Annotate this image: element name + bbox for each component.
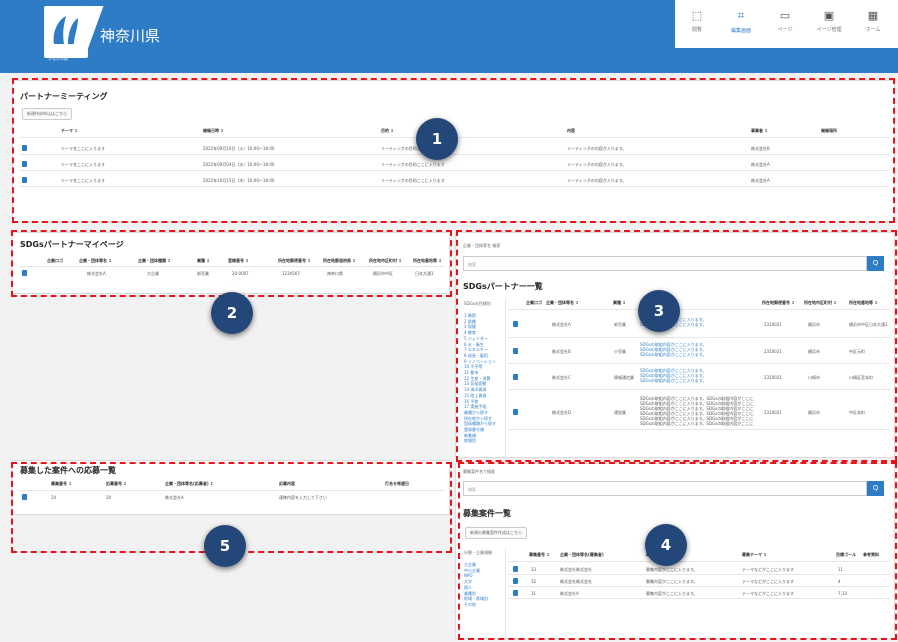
- annotation-frame-2: [11, 230, 452, 297]
- site-name[interactable]: 神奈川県: [100, 25, 160, 46]
- sub-logo-text: かながわ県: [48, 56, 68, 61]
- nav-view[interactable]: ⬚ 閲覧: [675, 0, 719, 48]
- nav-edit-label: 編集画面: [730, 28, 751, 34]
- annotation-badge-1: 1: [416, 118, 458, 160]
- site-header: 神奈川県 かながわ県 ⬚ 閲覧 ⌗ 編集画面 ▭ ページ ▣ ページ管理 ▦ ホーム: [0, 0, 898, 73]
- edit-icon: ⌗: [737, 9, 745, 22]
- annotation-badge-4: 4: [645, 524, 687, 566]
- annotation-badge-3: 3: [638, 290, 680, 332]
- nav-page-manage[interactable]: ▣ ページ管理: [807, 0, 851, 48]
- page-manage-icon: ▣: [823, 9, 835, 22]
- nav-home-label: ホーム: [865, 27, 881, 33]
- nav-page[interactable]: ▭ ページ: [763, 0, 807, 48]
- page-icon: ▭: [779, 9, 791, 22]
- nav-home[interactable]: ▦ ホーム: [851, 0, 895, 48]
- top-nav: ⬚ 閲覧 ⌗ 編集画面 ▭ ページ ▣ ページ管理 ▦ ホーム: [675, 0, 898, 48]
- home-icon: ▦: [867, 9, 879, 22]
- nav-page-label: ページ: [777, 27, 793, 33]
- annotation-badge-5: 5: [204, 525, 246, 567]
- nav-page-manage-label: ページ管理: [816, 27, 842, 33]
- nav-edit[interactable]: ⌗ 編集画面: [719, 0, 763, 48]
- annotation-badge-2: 2: [211, 292, 253, 334]
- view-icon: ⬚: [691, 9, 703, 22]
- nav-view-label: 閲覧: [691, 27, 702, 33]
- annotation-frame-3: [456, 230, 897, 462]
